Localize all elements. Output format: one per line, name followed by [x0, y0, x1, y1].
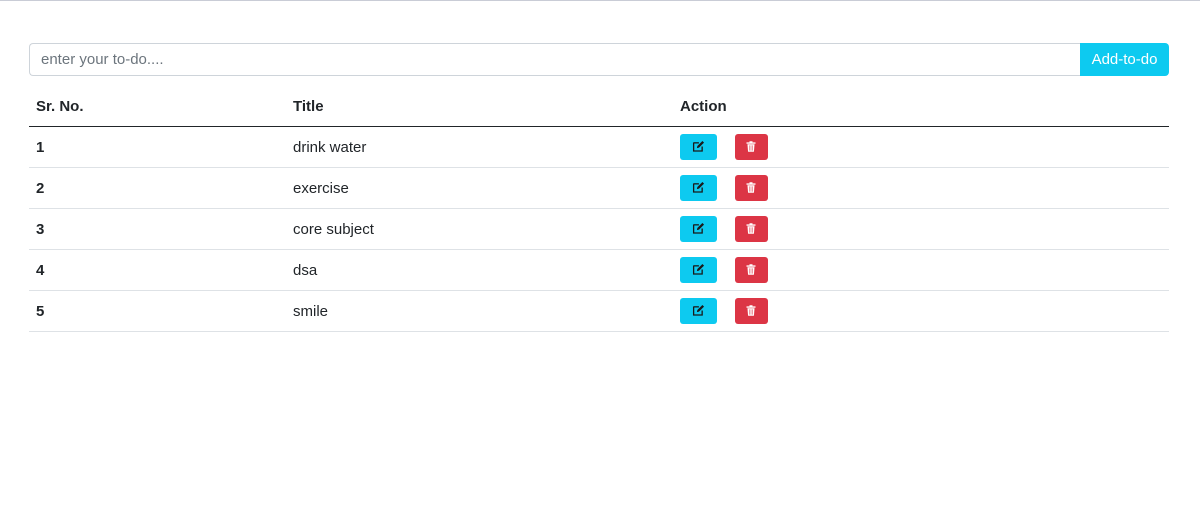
row-actions	[673, 126, 1169, 168]
edit-icon	[692, 222, 706, 236]
edit-button[interactable]	[680, 298, 717, 324]
trash-icon	[745, 222, 759, 236]
delete-button[interactable]	[735, 216, 768, 242]
table-row: 4 dsa	[29, 249, 1169, 291]
row-title: drink water	[286, 126, 673, 168]
edit-icon	[692, 140, 706, 154]
row-sr-no: 2	[29, 167, 286, 209]
row-actions	[673, 290, 1169, 332]
add-todo-button[interactable]: Add-to-do	[1080, 43, 1169, 76]
header-title: Title	[286, 86, 673, 127]
todo-table: Sr. No. Title Action 1 drink water 2 exerci…	[29, 86, 1169, 332]
todo-table-body: 1 drink water 2 exercise 3 core subject 4 dsa 5 s…	[29, 126, 1169, 332]
todo-input[interactable]	[29, 43, 1080, 76]
row-title: dsa	[286, 249, 673, 291]
table-header-row: Sr. No. Title Action	[29, 86, 1169, 127]
trash-icon	[745, 263, 759, 277]
edit-button[interactable]	[680, 175, 717, 201]
table-row: 5 smile	[29, 290, 1169, 332]
delete-button[interactable]	[735, 134, 768, 160]
action-buttons	[680, 175, 1169, 201]
table-row: 1 drink water	[29, 126, 1169, 168]
table-row: 3 core subject	[29, 208, 1169, 250]
row-sr-no: 4	[29, 249, 286, 291]
trash-icon	[745, 181, 759, 195]
action-buttons	[680, 134, 1169, 160]
row-title: exercise	[286, 167, 673, 209]
row-actions	[673, 208, 1169, 250]
action-buttons	[680, 216, 1169, 242]
delete-button[interactable]	[735, 298, 768, 324]
action-buttons	[680, 257, 1169, 283]
table-row: 2 exercise	[29, 167, 1169, 209]
top-divider	[0, 0, 1200, 1]
edit-icon	[692, 304, 706, 318]
row-title: smile	[286, 290, 673, 332]
row-sr-no: 3	[29, 208, 286, 250]
row-actions	[673, 167, 1169, 209]
row-sr-no: 1	[29, 126, 286, 168]
edit-icon	[692, 181, 706, 195]
delete-button[interactable]	[735, 257, 768, 283]
trash-icon	[745, 304, 759, 318]
trash-icon	[745, 140, 759, 154]
edit-icon	[692, 263, 706, 277]
edit-button[interactable]	[680, 216, 717, 242]
edit-button[interactable]	[680, 257, 717, 283]
todo-container: Add-to-do Sr. No. Title Action 1drink wa…	[29, 43, 1169, 332]
todo-input-group: Add-to-do	[29, 43, 1169, 76]
edit-button[interactable]	[680, 134, 717, 160]
action-buttons	[680, 298, 1169, 324]
header-action: Action	[673, 86, 1169, 127]
row-sr-no: 5	[29, 290, 286, 332]
row-actions	[673, 249, 1169, 291]
header-sr-no: Sr. No.	[29, 86, 286, 127]
delete-button[interactable]	[735, 175, 768, 201]
row-title: core subject	[286, 208, 673, 250]
